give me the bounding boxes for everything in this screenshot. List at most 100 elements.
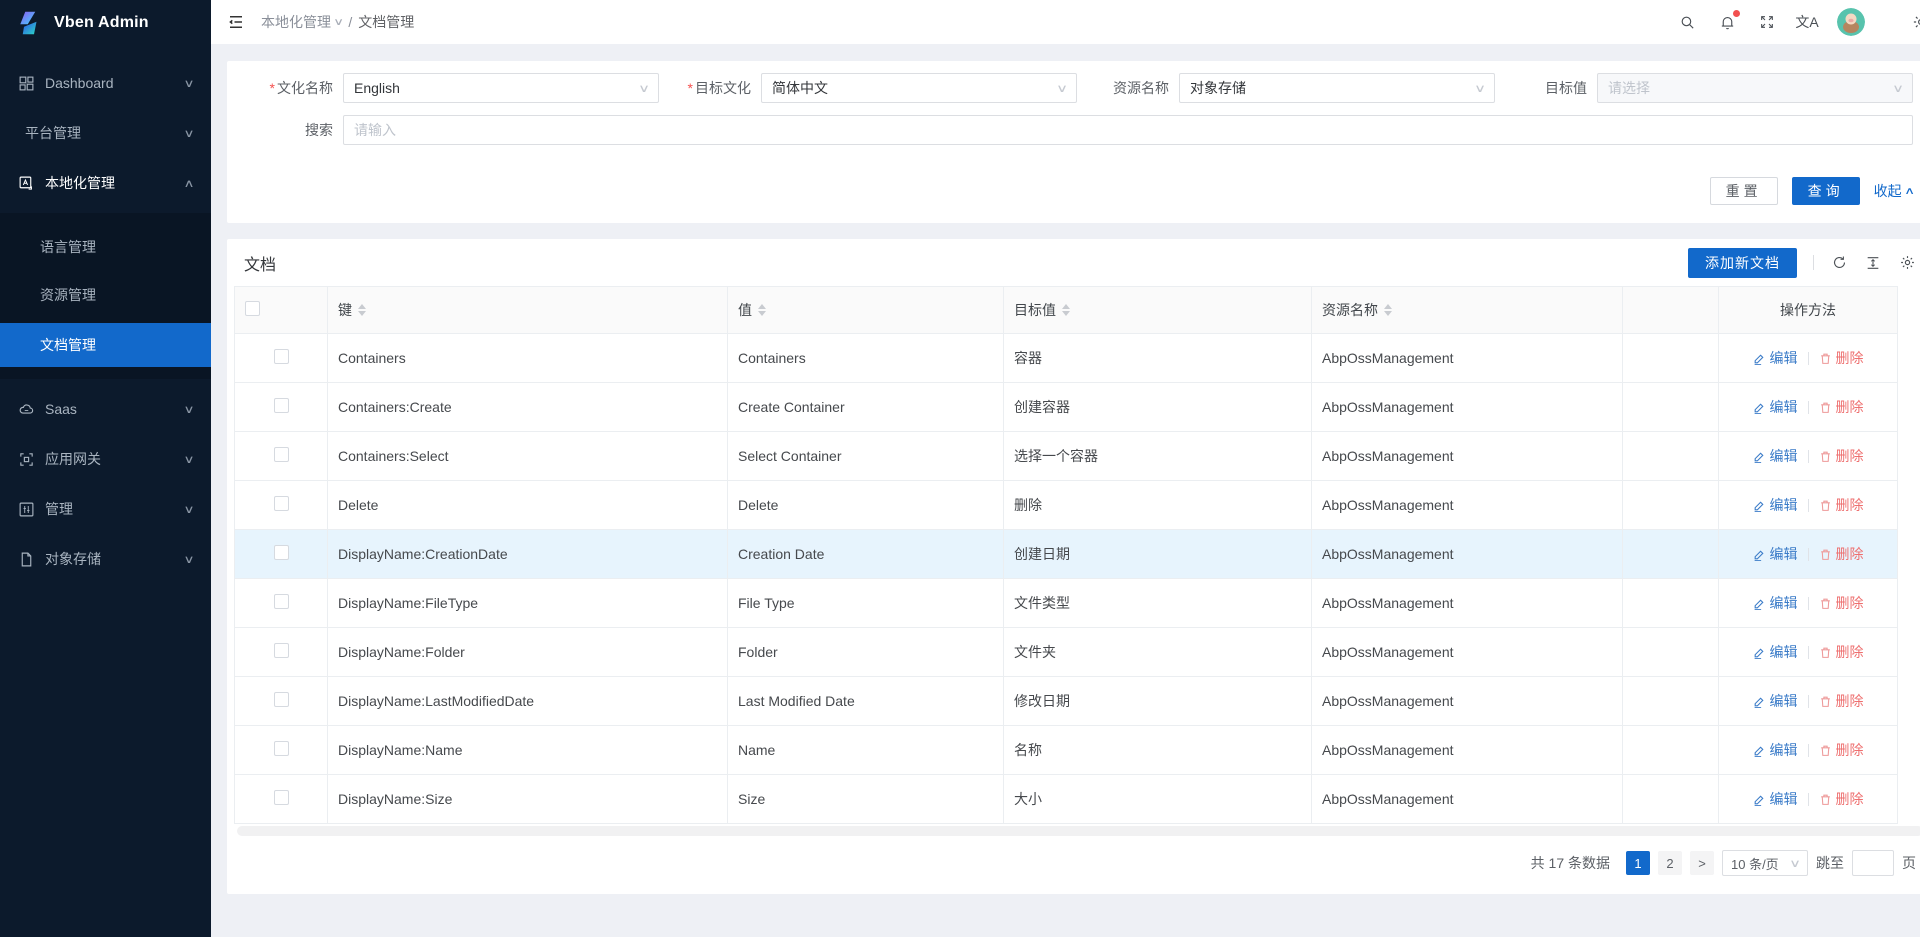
sort-icon[interactable] [358,304,366,316]
sidebar-item-dashboard[interactable]: Dashboard ∨ [0,63,211,103]
avatar[interactable] [1837,8,1865,36]
culture-name-select[interactable]: English ∨ [343,73,659,103]
sort-icon[interactable] [758,304,766,316]
sidebar-item-oss[interactable]: 对象存储 ∨ [0,539,211,579]
table-row[interactable]: Containers:SelectSelect Container选择一个容器A… [235,432,1898,481]
document-table: 键 值 目标值 资源名称 操作方法 ContainersContainers容器… [234,286,1898,824]
target-value-select[interactable]: 请选择 ∨ [1597,73,1913,103]
reset-button[interactable]: 重置 [1710,177,1778,205]
edit-button[interactable]: 编辑 [1753,642,1798,662]
sidebar-item-localization[interactable]: 本地化管理 ∧ [0,163,211,203]
row-checkbox[interactable] [274,545,289,560]
edit-button[interactable]: 编辑 [1753,495,1798,515]
edit-pencil-icon [1753,352,1766,365]
sidebar-item-label: 平台管理 [25,123,185,143]
search-input[interactable] [343,115,1913,145]
row-checkbox[interactable] [274,496,289,511]
collapse-link[interactable]: 收起 ∧ [1874,181,1913,201]
menu-fold-icon[interactable] [227,13,245,31]
row-checkbox[interactable] [274,594,289,609]
cell-key: DisplayName:Name [328,726,728,775]
translate-icon[interactable]: 文A [1797,12,1817,32]
row-checkbox[interactable] [274,349,289,364]
table-row[interactable]: DisplayName:SizeSize大小AbpOssManagement编辑… [235,775,1898,824]
delete-button[interactable]: 删除 [1819,593,1864,613]
chevron-down-icon: ∨ [183,553,194,566]
row-checkbox[interactable] [274,398,289,413]
edit-button[interactable]: 编辑 [1753,789,1798,809]
page-size-value: 10 条/页 [1731,854,1779,873]
cell-value: File Type [728,579,1004,628]
delete-button[interactable]: 删除 [1819,348,1864,368]
chevron-down-icon: ∨ [1056,82,1068,95]
table-row[interactable]: DisplayName:NameName名称AbpOssManagement编辑… [235,726,1898,775]
fullscreen-icon[interactable] [1757,12,1777,32]
page-size-select[interactable]: 10 条/页 ∨ [1722,850,1808,876]
refresh-icon[interactable] [1830,254,1848,272]
row-checkbox[interactable] [274,741,289,756]
delete-button[interactable]: 删除 [1819,446,1864,466]
sort-icon[interactable] [1062,304,1070,316]
toolbar-divider [1813,255,1814,270]
search-icon[interactable] [1677,12,1697,32]
cell-resource: AbpOssManagement [1312,481,1623,530]
sidebar-item-gateway[interactable]: 应用网关 ∨ [0,439,211,479]
delete-button[interactable]: 删除 [1819,642,1864,662]
delete-button[interactable]: 删除 [1819,740,1864,760]
settings-gear-icon[interactable] [1911,12,1920,32]
edit-button[interactable]: 编辑 [1753,740,1798,760]
delete-button[interactable]: 删除 [1819,544,1864,564]
target-culture-select[interactable]: 简体中文 ∨ [761,73,1077,103]
sidebar-item-platform[interactable]: 平台管理 ∨ [0,113,211,153]
resource-name-select[interactable]: 对象存储 ∨ [1179,73,1495,103]
edit-button[interactable]: 编辑 [1753,593,1798,613]
edit-button[interactable]: 编辑 [1753,691,1798,711]
cell-empty [1623,628,1719,677]
row-checkbox[interactable] [274,790,289,805]
table-row[interactable]: DeleteDelete删除AbpOssManagement编辑删除 [235,481,1898,530]
edit-button[interactable]: 编辑 [1753,446,1798,466]
edit-button[interactable]: 编辑 [1753,348,1798,368]
row-checkbox[interactable] [274,447,289,462]
sidebar-item-document-active[interactable]: 文档管理 [0,323,211,367]
edit-button[interactable]: 编辑 [1753,397,1798,417]
row-checkbox[interactable] [274,643,289,658]
row-checkbox[interactable] [274,692,289,707]
table-row[interactable]: ContainersContainers容器AbpOssManagement编辑… [235,334,1898,383]
add-document-button[interactable]: 添加新文档 [1688,248,1797,278]
delete-button[interactable]: 删除 [1819,495,1864,515]
table-row[interactable]: DisplayName:FileTypeFile Type文件类型AbpOssM… [235,579,1898,628]
cell-target: 修改日期 [1004,677,1312,726]
edit-button[interactable]: 编辑 [1753,544,1798,564]
table-row[interactable]: DisplayName:FolderFolder文件夹AbpOssManagem… [235,628,1898,677]
horizontal-scrollbar[interactable] [237,826,1920,836]
chevron-down-icon: ∨ [183,453,194,466]
notification-bell-icon[interactable] [1717,12,1737,32]
logo-icon [14,8,44,38]
logo[interactable]: Vben Admin [0,0,211,45]
delete-button[interactable]: 删除 [1819,789,1864,809]
sidebar-item-saas[interactable]: Saas ∨ [0,389,211,429]
sort-icon[interactable] [1384,304,1392,316]
sidebar-item-resource[interactable]: 资源管理 [0,275,211,315]
table-row[interactable]: Containers:CreateCreate Container创建容器Abp… [235,383,1898,432]
row-height-icon[interactable] [1864,254,1882,272]
jump-page-input[interactable] [1852,850,1894,876]
column-settings-gear-icon[interactable] [1898,254,1916,272]
sidebar-item-admin[interactable]: 管理 ∨ [0,489,211,529]
chevron-up-icon: ∧ [1904,186,1915,197]
next-page-button[interactable]: > [1690,851,1714,875]
sidebar-item-language[interactable]: 语言管理 [0,227,211,267]
query-button[interactable]: 查询 [1792,177,1860,205]
select-all-checkbox[interactable] [245,301,260,316]
table-row[interactable]: DisplayName:CreationDateCreation Date创建日… [235,530,1898,579]
action-separator [1808,695,1809,708]
page-button-2[interactable]: 2 [1658,851,1682,875]
target-culture-value: 简体中文 [772,78,828,98]
delete-button[interactable]: 删除 [1819,397,1864,417]
page-button-1[interactable]: 1 [1626,851,1650,875]
delete-button[interactable]: 删除 [1819,691,1864,711]
cell-target: 名称 [1004,726,1312,775]
table-row[interactable]: DisplayName:LastModifiedDateLast Modifie… [235,677,1898,726]
breadcrumb-parent[interactable]: 本地化管理 ∨ [261,12,342,32]
